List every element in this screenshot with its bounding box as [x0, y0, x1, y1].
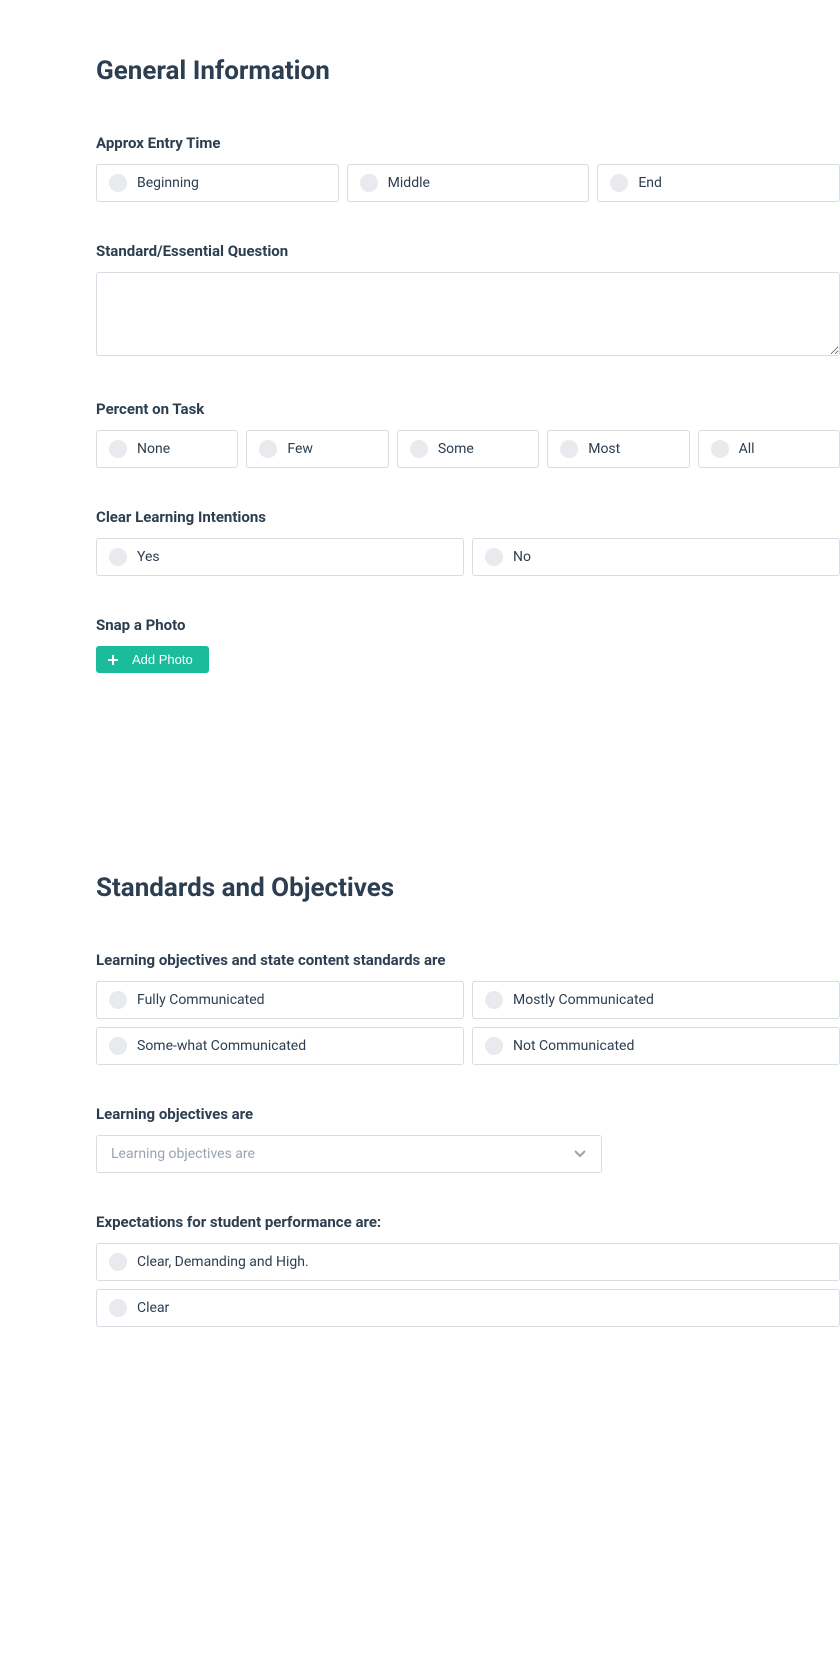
radio-icon	[560, 440, 578, 458]
section-title-general: General Information	[96, 56, 840, 86]
radio-icon	[109, 440, 127, 458]
standard-question-input[interactable]	[96, 272, 840, 356]
radio-icon	[485, 1037, 503, 1055]
objectives-option-fully[interactable]: Fully Communicated	[96, 981, 464, 1019]
expectations-option-clear-demanding-high[interactable]: Clear, Demanding and High.	[96, 1243, 840, 1281]
learning-objectives-label: Learning objectives are	[96, 1105, 840, 1123]
radio-label: None	[137, 441, 170, 457]
radio-label: Beginning	[137, 175, 199, 191]
objectives-option-somewhat[interactable]: Some-what Communicated	[96, 1027, 464, 1065]
plus-icon	[106, 653, 120, 667]
radio-icon	[109, 548, 127, 566]
radio-label: Few	[287, 441, 313, 457]
percent-option-all[interactable]: All	[698, 430, 840, 468]
expectations-group: Clear, Demanding and High. Clear	[96, 1243, 840, 1327]
snap-photo-label: Snap a Photo	[96, 616, 840, 634]
radio-label: Some-what Communicated	[137, 1038, 306, 1054]
radio-label: Not Communicated	[513, 1038, 634, 1054]
objectives-communicated-group: Fully Communicated Mostly Communicated S…	[96, 981, 840, 1065]
radio-icon	[485, 548, 503, 566]
entry-time-option-middle[interactable]: Middle	[347, 164, 590, 202]
section-title-standards: Standards and Objectives	[96, 873, 840, 903]
radio-icon	[485, 991, 503, 1009]
radio-label: Yes	[137, 549, 160, 565]
radio-icon	[410, 440, 428, 458]
percent-on-task-group: None Few Some Most All	[96, 430, 840, 468]
clear-intentions-label: Clear Learning Intentions	[96, 508, 840, 526]
percent-option-most[interactable]: Most	[547, 430, 689, 468]
radio-icon	[109, 1253, 127, 1271]
entry-time-option-end[interactable]: End	[597, 164, 840, 202]
entry-time-option-beginning[interactable]: Beginning	[96, 164, 339, 202]
radio-icon	[259, 440, 277, 458]
radio-label: All	[739, 441, 755, 457]
radio-icon	[360, 174, 378, 192]
entry-time-group: Beginning Middle End	[96, 164, 840, 202]
expectations-label: Expectations for student performance are…	[96, 1213, 840, 1231]
objectives-option-mostly[interactable]: Mostly Communicated	[472, 981, 840, 1019]
percent-option-some[interactable]: Some	[397, 430, 539, 468]
radio-icon	[109, 991, 127, 1009]
radio-label: Clear	[137, 1300, 169, 1316]
objectives-option-not[interactable]: Not Communicated	[472, 1027, 840, 1065]
radio-icon	[109, 174, 127, 192]
clear-intentions-no[interactable]: No	[472, 538, 840, 576]
add-photo-button[interactable]: Add Photo	[96, 646, 209, 673]
radio-label: Most	[588, 441, 620, 457]
objectives-communicated-label: Learning objectives and state content st…	[96, 951, 840, 969]
percent-option-none[interactable]: None	[96, 430, 238, 468]
radio-label: Middle	[388, 175, 430, 191]
radio-label: End	[638, 175, 662, 191]
radio-icon	[711, 440, 729, 458]
radio-label: No	[513, 549, 531, 565]
clear-intentions-yes[interactable]: Yes	[96, 538, 464, 576]
entry-time-label: Approx Entry Time	[96, 134, 840, 152]
radio-icon	[109, 1299, 127, 1317]
clear-intentions-group: Yes No	[96, 538, 840, 576]
radio-icon	[610, 174, 628, 192]
radio-icon	[109, 1037, 127, 1055]
radio-label: Mostly Communicated	[513, 992, 654, 1008]
expectations-option-clear[interactable]: Clear	[96, 1289, 840, 1327]
chevron-down-icon	[573, 1147, 587, 1161]
percent-on-task-label: Percent on Task	[96, 400, 840, 418]
select-placeholder: Learning objectives are	[111, 1146, 255, 1162]
learning-objectives-select[interactable]: Learning objectives are	[96, 1135, 602, 1173]
add-photo-label: Add Photo	[132, 652, 193, 667]
percent-option-few[interactable]: Few	[246, 430, 388, 468]
radio-label: Some	[438, 441, 474, 457]
radio-label: Clear, Demanding and High.	[137, 1254, 309, 1270]
radio-label: Fully Communicated	[137, 992, 265, 1008]
standard-question-label: Standard/Essential Question	[96, 242, 840, 260]
